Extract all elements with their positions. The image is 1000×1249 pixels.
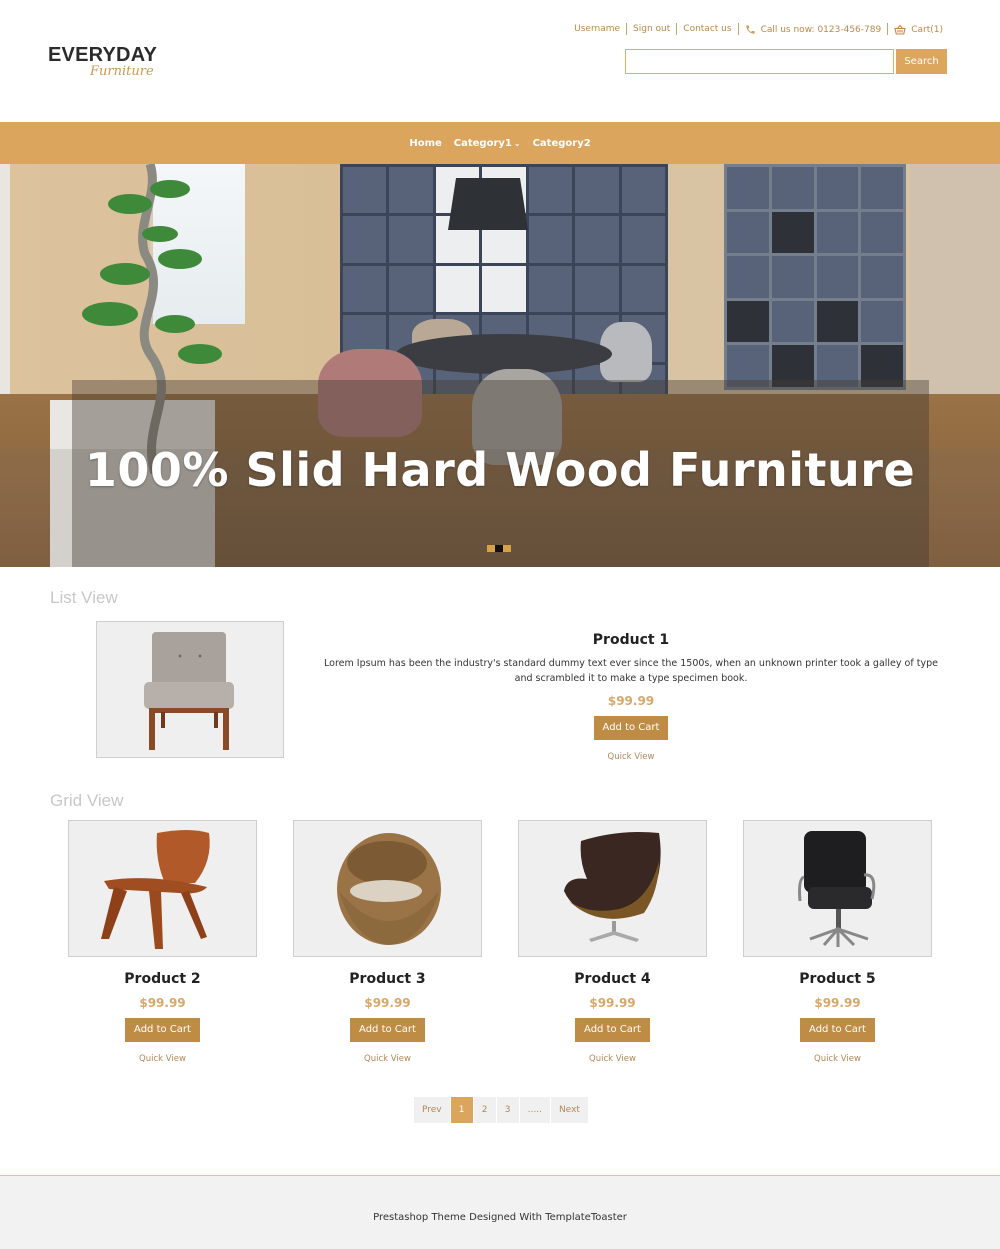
hero-bg-wall-far bbox=[910, 164, 1000, 404]
hero-lamp bbox=[448, 178, 528, 230]
list-view-heading: List View bbox=[50, 588, 118, 607]
product-card: Product 3 $99.99 Add to Cart Quick View bbox=[293, 820, 482, 1064]
nav-item-home[interactable]: Home bbox=[409, 138, 441, 149]
pagination-prev[interactable]: Prev bbox=[414, 1097, 450, 1123]
main-nav: Home Category1 ⌄ Category2 bbox=[0, 122, 1000, 164]
slider-dots bbox=[487, 545, 511, 552]
grid-view-heading: Grid View bbox=[50, 791, 124, 810]
site-footer: Prestashop Theme Designed With TemplateT… bbox=[0, 1175, 1000, 1249]
product-card: Product 2 $99.99 Add to Cart Quick View bbox=[68, 820, 257, 1064]
hero-slider: 100% Slid Hard Wood Furniture bbox=[0, 164, 1000, 567]
upholstered-chair-image bbox=[144, 632, 234, 750]
product-name[interactable]: Product 5 bbox=[743, 971, 932, 987]
add-to-cart-button[interactable]: Add to Cart bbox=[125, 1018, 200, 1042]
nav-item-label: Home bbox=[409, 137, 442, 149]
product-card: Product 5 $99.99 Add to Cart Quick View bbox=[743, 820, 932, 1064]
add-to-cart-button[interactable]: Add to Cart bbox=[575, 1018, 650, 1042]
product-price: $99.99 bbox=[364, 996, 411, 1010]
quick-view-link[interactable]: Quick View bbox=[320, 752, 942, 762]
search-button[interactable]: Search bbox=[896, 49, 947, 74]
add-to-cart-button[interactable]: Add to Cart bbox=[800, 1018, 875, 1042]
wicker-chair-image bbox=[337, 833, 441, 945]
footer-credit: Prestashop Theme Designed With TemplateT… bbox=[373, 1212, 627, 1223]
hero-title: 100% Slid Hard Wood Furniture bbox=[84, 443, 916, 497]
logo-main-text: EVERYDAY bbox=[48, 44, 158, 66]
egg-chair-image bbox=[564, 832, 661, 942]
phone-info: Call us now: 0123-456-789 bbox=[739, 24, 888, 35]
pagination-page-1[interactable]: 1 bbox=[450, 1097, 473, 1123]
logo[interactable]: EVERYDAY Furniture bbox=[48, 44, 158, 79]
nav-item-category1[interactable]: Category1 ⌄ bbox=[454, 138, 521, 149]
hero-bookshelf-right bbox=[724, 164, 906, 390]
product-image[interactable] bbox=[68, 820, 257, 957]
product-price: $99.99 bbox=[139, 996, 186, 1010]
logo-sub-text: Furniture bbox=[90, 64, 154, 79]
product-image[interactable] bbox=[96, 621, 284, 758]
pagination-page-3[interactable]: 3 bbox=[496, 1097, 519, 1123]
pagination: Prev 1 2 3 ..... Next bbox=[414, 1097, 589, 1123]
basket-icon bbox=[894, 24, 906, 35]
product-description: Lorem Ipsum has been the industry's stan… bbox=[324, 658, 938, 684]
product-price: $99.99 bbox=[607, 694, 655, 708]
phone-icon bbox=[745, 24, 756, 35]
username-link[interactable]: Username bbox=[568, 24, 626, 34]
product-price: $99.99 bbox=[589, 996, 636, 1010]
pagination-page-2[interactable]: 2 bbox=[473, 1097, 496, 1123]
add-to-cart-button[interactable]: Add to Cart bbox=[350, 1018, 425, 1042]
hero-table bbox=[396, 334, 612, 374]
product-name[interactable]: Product 2 bbox=[68, 971, 257, 987]
product-name[interactable]: Product 4 bbox=[518, 971, 707, 987]
quick-view-link[interactable]: Quick View bbox=[293, 1054, 482, 1064]
slider-dot-3[interactable] bbox=[503, 545, 511, 552]
product-image[interactable] bbox=[518, 820, 707, 957]
product-name[interactable]: Product 3 bbox=[293, 971, 482, 987]
search-form: Search bbox=[625, 49, 947, 74]
slider-dot-2[interactable] bbox=[495, 545, 503, 552]
cart-link[interactable]: Cart(1) bbox=[888, 24, 949, 35]
site-header: EVERYDAY Furniture Username Sign out Con… bbox=[0, 0, 1000, 122]
product-image[interactable] bbox=[293, 820, 482, 957]
pagination-ellipsis[interactable]: ..... bbox=[519, 1097, 550, 1123]
product-card: Product 4 $99.99 Add to Cart Quick View bbox=[518, 820, 707, 1064]
contact-link[interactable]: Contact us bbox=[677, 24, 737, 34]
quick-view-link[interactable]: Quick View bbox=[518, 1054, 707, 1064]
molded-wood-chair-image bbox=[101, 830, 210, 949]
nav-item-label: Category2 bbox=[532, 137, 591, 149]
slider-dot-1[interactable] bbox=[487, 545, 495, 552]
sign-out-link[interactable]: Sign out bbox=[627, 24, 676, 34]
chevron-down-icon: ⌄ bbox=[513, 138, 521, 148]
product-image[interactable] bbox=[743, 820, 932, 957]
nav-item-category2[interactable]: Category2 bbox=[533, 138, 591, 149]
pagination-next[interactable]: Next bbox=[550, 1097, 588, 1123]
top-links: Username Sign out Contact us Call us now… bbox=[568, 23, 949, 35]
quick-view-link[interactable]: Quick View bbox=[743, 1054, 932, 1064]
list-product-info: Product 1 Lorem Ipsum has been the indus… bbox=[320, 632, 942, 762]
quick-view-link[interactable]: Quick View bbox=[68, 1054, 257, 1064]
product-price: $99.99 bbox=[814, 996, 861, 1010]
product-name[interactable]: Product 1 bbox=[320, 632, 942, 648]
search-input[interactable] bbox=[625, 49, 894, 74]
add-to-cart-button[interactable]: Add to Cart bbox=[593, 716, 669, 740]
office-chair-image bbox=[798, 831, 876, 947]
phone-text: Call us now: 0123-456-789 bbox=[760, 24, 882, 35]
cart-text: Cart(1) bbox=[911, 24, 943, 35]
nav-item-label: Category1 bbox=[453, 137, 512, 149]
